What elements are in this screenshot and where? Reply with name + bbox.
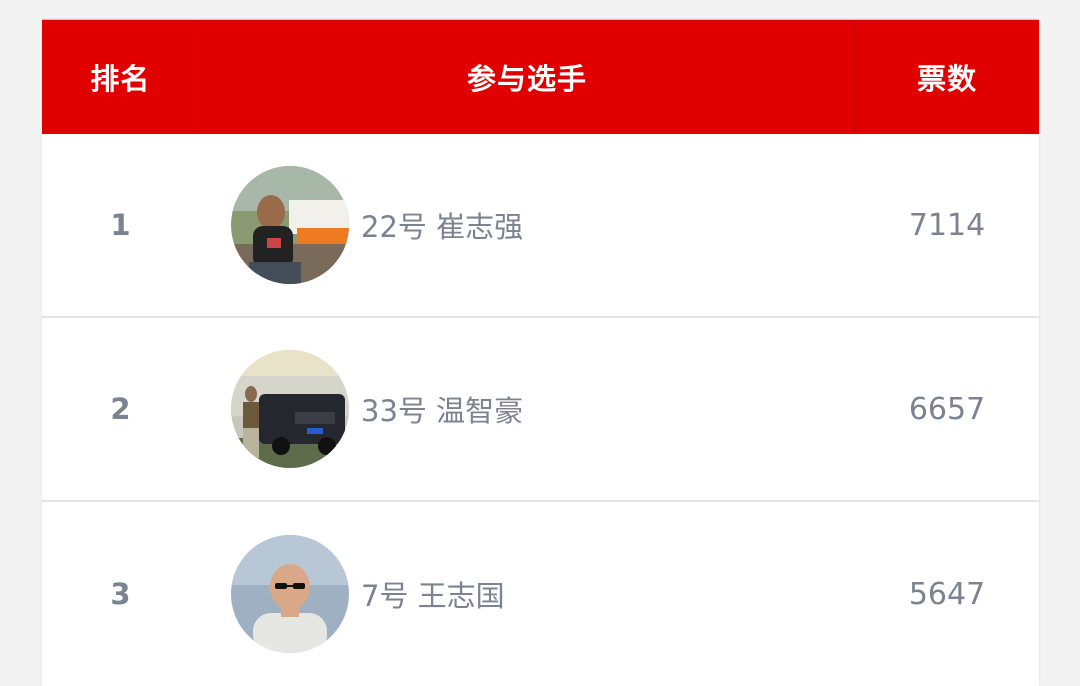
player-name: 33号 温智豪 [361,394,524,428]
rank-number: 3 [110,577,131,611]
table-row[interactable]: 3 7号 王志国 5647 [42,502,1039,686]
avatar [231,166,349,284]
ranking-board: 排名 参与选手 票数 1 22号 崔志强 7114 2 33号 温智豪 6657… [42,19,1039,686]
player-cell: 22号 崔志强 [199,166,855,284]
player-name: 22号 崔志强 [361,210,524,244]
vote-count: 5647 [908,576,986,612]
vote-count: 7114 [908,207,986,243]
player-name: 7号 王志国 [361,579,505,613]
player-cell: 33号 温智豪 [199,350,855,468]
header-rank: 排名 [42,20,200,134]
avatar [231,535,349,653]
table-row[interactable]: 1 22号 崔志强 7114 [42,134,1039,318]
table-row[interactable]: 2 33号 温智豪 6657 [42,318,1039,502]
avatar [231,350,349,468]
rank-number: 1 [110,208,131,242]
ranking-header: 排名 参与选手 票数 [42,19,1039,134]
rank-number: 2 [110,392,131,426]
header-player: 参与选手 [200,20,856,134]
ranking-rows: 1 22号 崔志强 7114 2 33号 温智豪 6657 3 7号 王志国 5… [42,134,1039,686]
player-cell: 7号 王志国 [199,535,855,653]
vote-count: 6657 [908,391,986,427]
header-votes: 票数 [917,62,978,96]
